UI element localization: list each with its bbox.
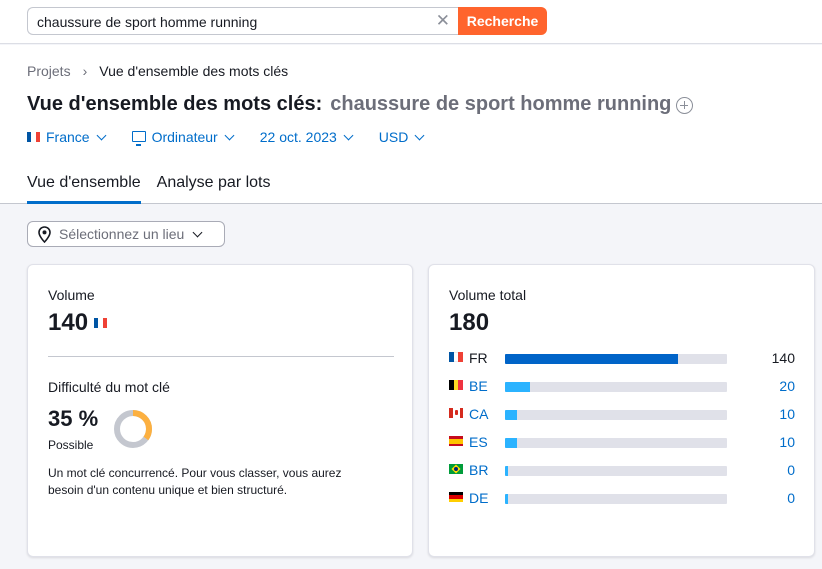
- country-volume[interactable]: 20: [779, 378, 795, 394]
- country-volume[interactable]: 0: [787, 462, 795, 478]
- tab-batch-analysis[interactable]: Analyse par lots: [157, 174, 271, 204]
- country-row-fr: FR 140: [449, 349, 799, 369]
- bar-fill-br: [505, 466, 508, 476]
- country-filter[interactable]: France: [27, 129, 107, 145]
- bar-fill-be: [505, 382, 530, 392]
- country-volume[interactable]: 0: [787, 490, 795, 506]
- bar-track: [505, 410, 727, 420]
- monitor-icon: [131, 130, 146, 146]
- kd-donut-chart: [114, 410, 152, 448]
- chevron-down-icon: [224, 130, 235, 140]
- top-search-bar: chaussure de sport homme running ✕ Reche…: [0, 0, 822, 44]
- country-volume: 140: [771, 350, 795, 366]
- volume-label: Volume: [48, 287, 95, 303]
- breadcrumb-current: Vue d'ensemble des mots clés: [99, 63, 289, 79]
- france-flag-icon: [449, 352, 463, 362]
- date-filter-label: 22 oct. 2023: [259, 129, 337, 145]
- spain-flag-icon: [449, 436, 463, 446]
- country-row-ca[interactable]: CA 10: [449, 405, 799, 425]
- currency-filter[interactable]: USD: [378, 129, 425, 145]
- country-code: FR: [469, 350, 488, 366]
- chevron-down-icon: [343, 130, 354, 140]
- breadcrumb: Projets › Vue d'ensemble des mots clés: [27, 63, 288, 79]
- country-volume[interactable]: 10: [779, 406, 795, 422]
- country-row-be[interactable]: BE 20: [449, 377, 799, 397]
- chevron-down-icon: [192, 227, 203, 237]
- belgium-flag-icon: [449, 380, 463, 390]
- country-filter-label: France: [46, 129, 90, 145]
- germany-flag-icon: [449, 492, 463, 502]
- breadcrumb-root[interactable]: Projets: [27, 63, 71, 79]
- bar-fill-de: [505, 494, 508, 504]
- tab-overview[interactable]: Vue d'ensemble: [27, 174, 141, 204]
- filters-bar: France Ordinateur 22 oct. 2023 USD: [27, 129, 450, 146]
- bar-track: [505, 438, 727, 448]
- country-row-de[interactable]: DE 0: [449, 489, 799, 509]
- country-code[interactable]: BR: [469, 462, 488, 478]
- kd-description: Un mot clé concurrencé. Pour vous classe…: [48, 466, 342, 497]
- date-filter[interactable]: 22 oct. 2023: [259, 129, 354, 145]
- bar-track: [505, 466, 727, 476]
- add-icon[interactable]: [676, 97, 694, 114]
- location-select[interactable]: Sélectionnez un lieu: [27, 221, 225, 247]
- country-code[interactable]: ES: [469, 434, 488, 450]
- country-row-es[interactable]: ES 10: [449, 433, 799, 453]
- bar-fill-es: [505, 438, 518, 448]
- kd-label: Difficulté du mot clé: [48, 379, 170, 395]
- tabs: Vue d'ensemble Analyse par lots: [27, 174, 287, 204]
- search-input[interactable]: chaussure de sport homme running ✕: [27, 7, 458, 35]
- location-select-placeholder: Sélectionnez un lieu: [59, 226, 185, 242]
- country-code[interactable]: CA: [469, 406, 488, 422]
- divider: [48, 356, 394, 357]
- chevron-down-icon: [96, 130, 107, 140]
- total-volume-card: Volume total 180 FR 140 BE 20 CA 10 ES 1…: [428, 264, 815, 557]
- page-title-keyword: chaussure de sport homme running: [330, 93, 672, 115]
- location-pin-icon: [38, 225, 51, 243]
- page-title: Vue d'ensemble des mots clés: chaussure …: [27, 93, 694, 116]
- volume-card: Volume 140 Difficulté du mot clé 35 % Po…: [27, 264, 413, 557]
- volume-value-row: 140: [48, 309, 113, 337]
- france-flag-icon: [94, 318, 108, 328]
- search-input-value: chaussure de sport homme running: [37, 14, 258, 30]
- bar-track: [505, 354, 727, 364]
- device-filter-label: Ordinateur: [151, 129, 218, 145]
- close-icon[interactable]: ✕: [436, 11, 450, 31]
- chevron-right-icon: ›: [82, 63, 88, 79]
- france-flag-icon: [27, 132, 40, 142]
- country-code[interactable]: DE: [469, 490, 488, 506]
- country-code[interactable]: BE: [469, 378, 488, 394]
- chevron-down-icon: [414, 130, 425, 140]
- currency-filter-label: USD: [378, 129, 409, 145]
- bar-fill-fr: [505, 354, 679, 364]
- volume-value: 140: [48, 309, 89, 336]
- brazil-flag-icon: [449, 464, 463, 474]
- search-button[interactable]: Recherche: [458, 7, 547, 35]
- country-volume[interactable]: 10: [779, 434, 795, 450]
- country-row-br[interactable]: BR 0: [449, 461, 799, 481]
- device-filter[interactable]: Ordinateur: [131, 129, 235, 146]
- canada-flag-icon: [449, 408, 463, 418]
- total-volume-label: Volume total: [449, 287, 527, 303]
- bar-fill-ca: [505, 410, 518, 420]
- total-volume-value: 180: [449, 309, 490, 336]
- kd-value: 35 %: [48, 406, 99, 431]
- bar-track: [505, 382, 727, 392]
- kd-level: Possible: [48, 438, 94, 452]
- page-header: Projets › Vue d'ensemble des mots clés V…: [0, 45, 822, 204]
- bar-track: [505, 494, 727, 504]
- page-title-prefix: Vue d'ensemble des mots clés:: [27, 93, 323, 115]
